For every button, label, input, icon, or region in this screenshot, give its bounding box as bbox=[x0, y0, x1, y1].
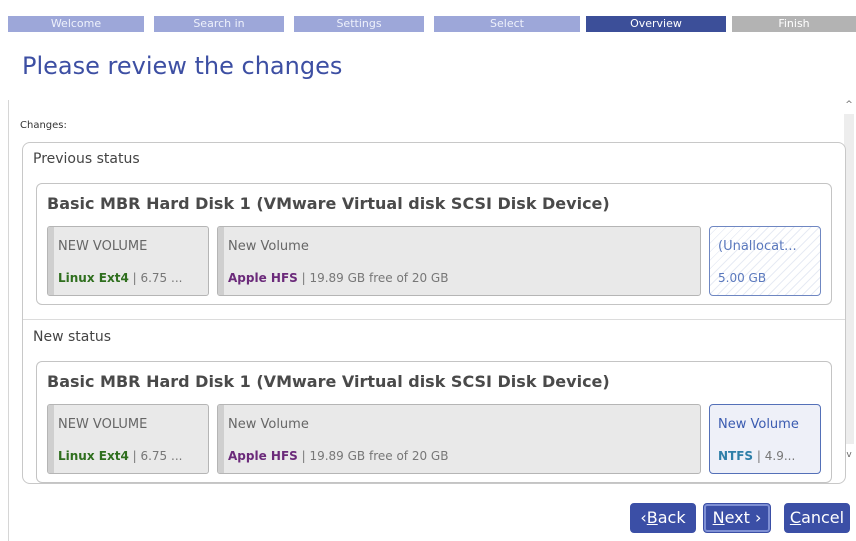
partition-hfs[interactable]: New Volume Apple HFS | 19.89 GB free of … bbox=[217, 404, 701, 474]
partition-name: New Volume bbox=[228, 239, 309, 254]
next-button[interactable]: Next › bbox=[703, 503, 771, 533]
step-settings: Settings bbox=[294, 16, 424, 32]
section-divider bbox=[23, 319, 845, 320]
page-title: Please review the changes bbox=[22, 52, 343, 80]
next-arrow-icon: › bbox=[754, 508, 762, 527]
new-disk-card: Basic MBR Hard Disk 1 (VMware Virtual di… bbox=[36, 361, 832, 483]
partition-linux[interactable]: NEW VOLUME Linux Ext4 | 6.75 ... bbox=[47, 404, 209, 474]
previous-disk-card: Basic MBR Hard Disk 1 (VMware Virtual di… bbox=[36, 183, 832, 305]
partition-info: NTFS | 4.9... bbox=[718, 449, 795, 463]
partition-info: Apple HFS | 19.89 GB free of 20 GB bbox=[228, 449, 448, 463]
partition-size: | 6.75 ... bbox=[128, 271, 183, 285]
partition-linux[interactable]: NEW VOLUME Linux Ext4 | 6.75 ... bbox=[47, 226, 209, 296]
partition-size: | 19.89 GB free of 20 GB bbox=[297, 449, 449, 463]
wizard-steps: Welcome Search in Settings Select Overvi… bbox=[8, 16, 856, 32]
new-status-label: New status bbox=[33, 329, 112, 345]
disk-title: Basic MBR Hard Disk 1 (VMware Virtual di… bbox=[47, 372, 610, 391]
partition-size: | 4.9... bbox=[753, 449, 796, 463]
partition-size: | 19.89 GB free of 20 GB bbox=[297, 271, 449, 285]
partition-size: | 6.75 ... bbox=[128, 449, 183, 463]
partition-ntfs-new[interactable]: New Volume NTFS | 4.9... bbox=[709, 404, 821, 474]
partition-name: NEW VOLUME bbox=[58, 417, 148, 432]
scroll-up-icon[interactable]: ^ bbox=[842, 98, 856, 112]
partition-fs: NTFS bbox=[718, 449, 754, 463]
step-finish: Finish bbox=[732, 16, 856, 32]
partition-fs: Linux Ext4 bbox=[58, 271, 129, 285]
cancel-accesskey: C bbox=[789, 508, 802, 527]
back-label: ack bbox=[657, 508, 686, 527]
content-border bbox=[8, 100, 9, 541]
disk-title: Basic MBR Hard Disk 1 (VMware Virtual di… bbox=[47, 194, 610, 213]
partition-fs: Apple HFS bbox=[228, 271, 298, 285]
step-welcome: Welcome bbox=[8, 16, 144, 32]
next-accesskey: N bbox=[712, 508, 725, 527]
partition-name: New Volume bbox=[718, 417, 799, 432]
partition-hfs[interactable]: New Volume Apple HFS | 19.89 GB free of … bbox=[217, 226, 701, 296]
cancel-button[interactable]: Cancel bbox=[784, 503, 850, 533]
step-overview: Overview bbox=[586, 16, 726, 32]
partition-size: 5.00 GB bbox=[718, 271, 767, 285]
partition-fs: Apple HFS bbox=[228, 449, 298, 463]
next-label: ext bbox=[724, 508, 750, 527]
changes-panel: Previous status Basic MBR Hard Disk 1 (V… bbox=[22, 142, 846, 484]
cancel-label: ancel bbox=[801, 508, 845, 527]
changes-label: Changes: bbox=[20, 120, 67, 131]
partition-unallocated[interactable]: (Unallocat... 5.00 GB bbox=[709, 226, 821, 296]
previous-status-label: Previous status bbox=[33, 151, 140, 167]
partition-name: NEW VOLUME bbox=[58, 239, 148, 254]
partition-info: Linux Ext4 | 6.75 ... bbox=[58, 449, 182, 463]
partition-name: (Unallocat... bbox=[718, 239, 797, 254]
partition-name: New Volume bbox=[228, 417, 309, 432]
partition-fs: Linux Ext4 bbox=[58, 449, 129, 463]
step-select: Select bbox=[434, 16, 580, 32]
partition-info: Apple HFS | 19.89 GB free of 20 GB bbox=[228, 271, 448, 285]
back-accesskey: B bbox=[646, 508, 658, 527]
step-search-in: Search in bbox=[154, 16, 284, 32]
partition-info: Linux Ext4 | 6.75 ... bbox=[58, 271, 182, 285]
back-button[interactable]: ‹Back bbox=[630, 503, 696, 533]
